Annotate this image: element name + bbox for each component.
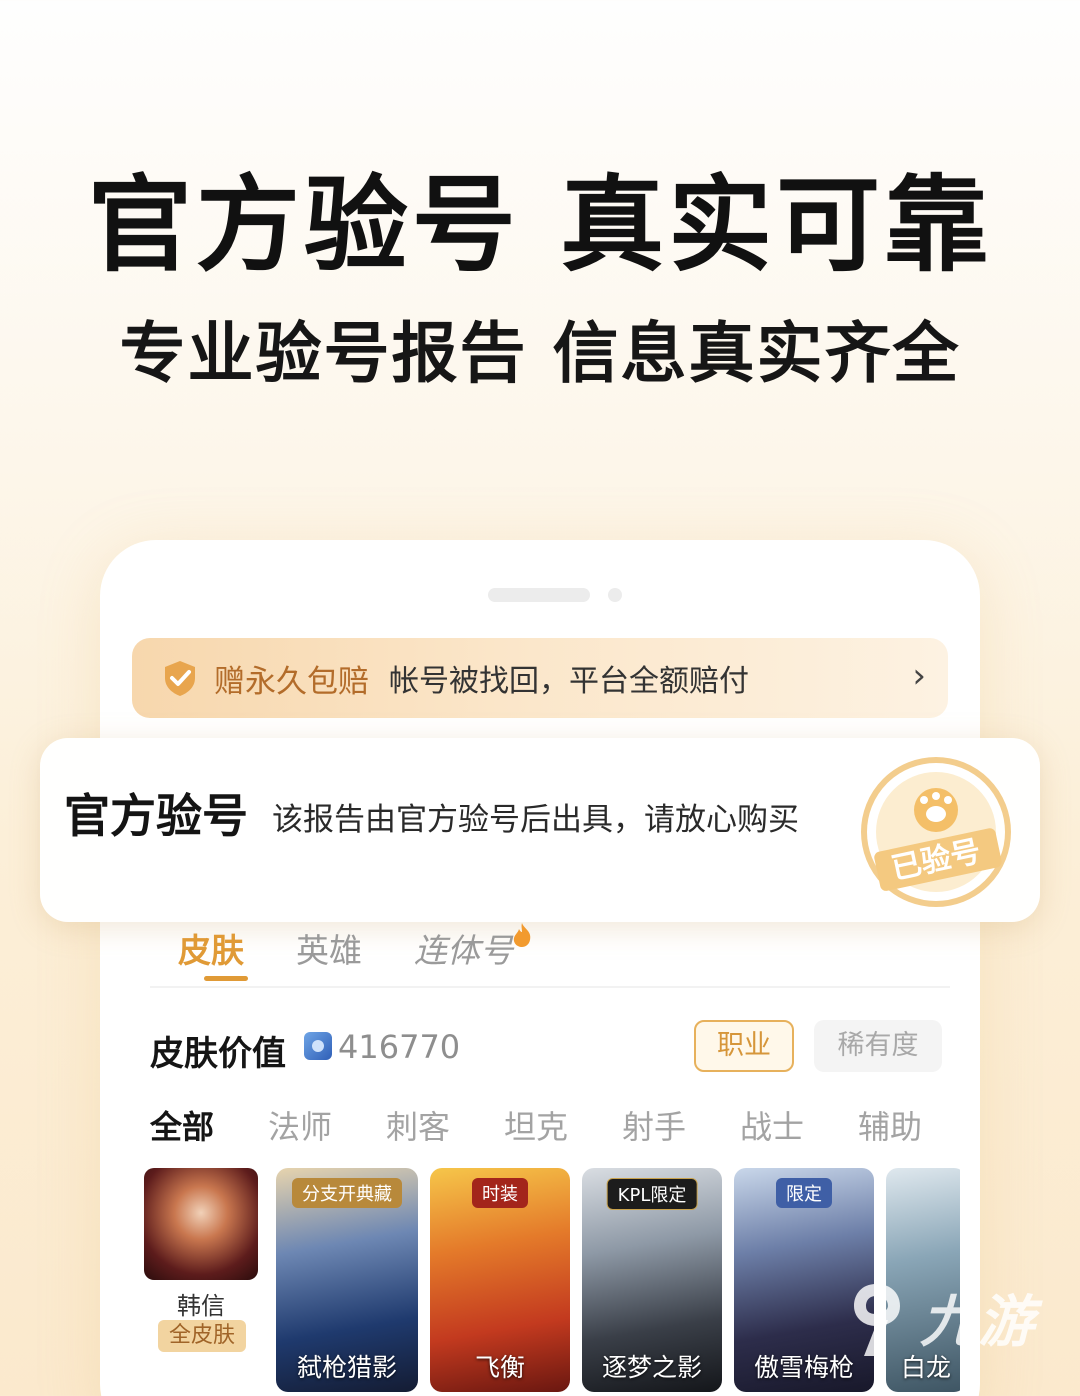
skin-badge: 限定 [776,1178,832,1208]
category-all[interactable]: 全部 [150,1102,214,1148]
tab-linked-account[interactable]: 连体号 [414,924,513,972]
skin-card[interactable]: KPL限定 逐梦之影 [582,1168,722,1392]
guarantee-desc: 帐号被找回，平台全额赔付 [389,664,749,699]
category-assassin[interactable]: 刺客 [386,1102,450,1148]
filter-job-button[interactable]: 职业 [694,1020,794,1072]
category-marksman[interactable]: 射手 [622,1102,686,1148]
phone-speaker [488,588,590,602]
category-tabs: 全部 法师 刺客 坦克 射手 战士 辅助 [150,1102,950,1152]
official-verify-card: 官方验号 该报告由官方验号后出具，请放心购买 已验号 [40,738,1040,922]
subheadline: 专业验号报告 信息真实齐全 [119,315,961,392]
skin-name: 飞衡 [474,1353,525,1382]
filter-rarity-button[interactable]: 稀有度 [814,1020,942,1072]
verify-title: 官方验号 [64,789,248,843]
hero-portrait [144,1168,258,1280]
hero-tag: 全皮肤 [158,1320,246,1352]
tab-heroes[interactable]: 英雄 [296,924,362,972]
skin-list: 韩信 全皮肤 分支开典藏 弑枪猎影 时装 飞衡 KPL限定 逐梦之影 限定 傲雪… [140,1168,960,1396]
divider [150,986,950,988]
skin-card[interactable]: 分支开典藏 弑枪猎影 [276,1168,418,1392]
tab-underline [204,976,248,981]
skin-card[interactable]: 时装 飞衡 [430,1168,570,1392]
guarantee-title: 赠永久包赔 [214,663,369,700]
verified-stamp-icon: 已验号 [861,757,1011,907]
skin-badge: KPL限定 [606,1178,698,1210]
chevron-right-icon: › [912,656,926,696]
hero-name: 韩信 [177,1292,225,1320]
skin-name: 弑枪猎影 [296,1353,397,1382]
fire-icon [513,923,531,947]
skin-name: 逐梦之影 [601,1353,702,1382]
guarantee-banner[interactable]: 赠永久包赔 帐号被找回，平台全额赔付 › [132,638,948,718]
category-tank[interactable]: 坦克 [504,1102,568,1148]
shield-check-icon [165,661,195,696]
tab-skins[interactable]: 皮肤 [178,924,244,972]
skin-badge: 时装 [472,1178,528,1208]
category-support[interactable]: 辅助 [858,1102,922,1148]
skin-value-number: 416770 [338,1028,461,1066]
skin-value-label: 皮肤价值 [150,1034,286,1074]
category-warrior[interactable]: 战士 [740,1102,804,1148]
jiuyou-logo-icon [854,1284,900,1356]
skin-badge: 分支开典藏 [292,1178,402,1208]
verify-desc: 该报告由官方验号后出具，请放心购买 [272,802,799,838]
hero-card[interactable]: 韩信 全皮肤 [144,1168,258,1382]
watermark: 九游 [920,1290,1036,1355]
phone-camera [608,588,622,602]
coupon-icon [304,1032,332,1060]
category-mage[interactable]: 法师 [268,1102,332,1148]
headline: 官方验号 真实可靠 [87,164,993,286]
